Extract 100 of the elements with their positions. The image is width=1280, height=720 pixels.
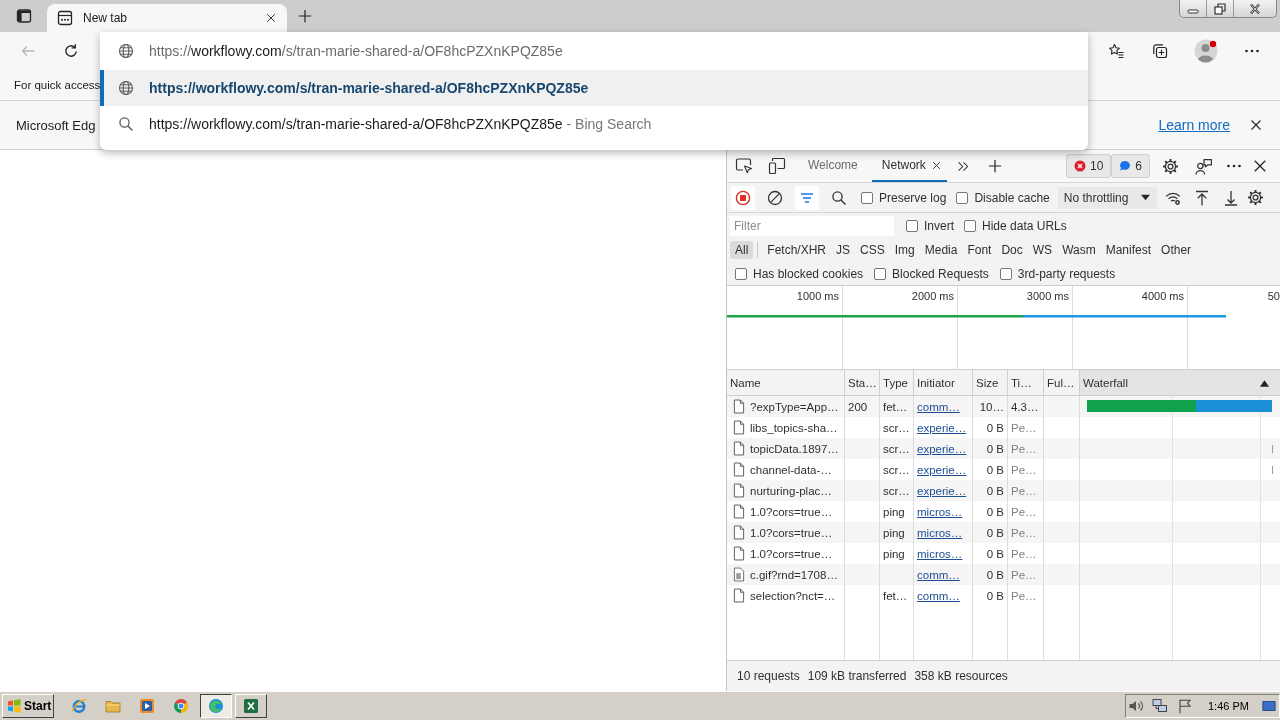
checkbox[interactable] [964, 219, 976, 232]
export-icon[interactable] [1223, 189, 1240, 206]
initiator-link[interactable]: experie… [917, 421, 967, 434]
type-filter[interactable]: Font [962, 241, 997, 259]
suggestion-item[interactable]: https://workflowy.com/s/tran-marie-shared-a/OF8hcPZXnKPQZ85e [100, 70, 1088, 106]
size-value: 0 B [986, 568, 1004, 581]
browser-icon[interactable] [173, 698, 189, 714]
close-icon[interactable] [1250, 119, 1262, 131]
filter-button[interactable] [795, 185, 819, 210]
request-row[interactable]: topicData.1897… scr… experie… 0 B Pe… [727, 438, 1280, 459]
learn-more-link[interactable]: Learn more [1158, 117, 1230, 133]
type-filter[interactable]: Wasm [1057, 241, 1101, 259]
checkbox-label: Blocked Requests [892, 266, 989, 281]
column-header[interactable]: Name [727, 370, 845, 396]
checkbox[interactable] [735, 267, 747, 280]
file-name: 1.0?cors=true… [750, 505, 833, 518]
collections-icon[interactable] [1152, 43, 1168, 59]
import-icon[interactable] [1194, 189, 1211, 206]
address-field[interactable]: https://workflowy.com/s/tran-marie-shared-a/OF8hcPZXnKPQZ85e [100, 32, 1088, 70]
resource-type: ping [883, 505, 905, 518]
initiator-link[interactable]: comm… [917, 589, 960, 602]
initiator-link[interactable]: experie… [917, 463, 967, 476]
favorites-icon[interactable] [1108, 43, 1124, 59]
size-value: 0 B [986, 589, 1004, 602]
clear-icon[interactable] [767, 189, 783, 206]
taskbar-button[interactable] [200, 694, 232, 718]
browser-tab[interactable]: New tab [47, 4, 287, 32]
type-filter[interactable]: Other [1156, 241, 1197, 259]
request-row[interactable]: ?expType=App… 200 fet… comm… 10… 4.3… [727, 396, 1280, 417]
checkbox[interactable] [874, 267, 887, 280]
type-filter[interactable]: CSS [855, 241, 890, 259]
column-header[interactable]: Type [880, 370, 914, 396]
column-header[interactable]: Ti… [1008, 370, 1044, 396]
close-icon[interactable] [931, 160, 941, 170]
record-button[interactable] [731, 185, 755, 210]
volume-icon[interactable] [1128, 698, 1144, 714]
type-filter[interactable]: Img [889, 241, 920, 259]
add-icon[interactable] [298, 9, 312, 23]
suggestion-item[interactable]: https://workflowy.com/s/tran-marie-shared-a/OF8hcPZXnKPQZ85e - Bing Search [100, 106, 1088, 142]
column-header[interactable]: Initiator [914, 370, 973, 396]
feedback-icon[interactable] [1195, 157, 1212, 175]
column-header[interactable]: Sta… [845, 370, 880, 396]
checkbox[interactable] [861, 191, 873, 204]
tick-label: 3000 ms [1026, 290, 1069, 302]
flag-icon[interactable] [1177, 698, 1193, 714]
browser-icon [208, 698, 224, 714]
refresh-icon[interactable] [63, 43, 79, 59]
type-filter[interactable]: Doc [996, 241, 1028, 259]
more-tabs-icon[interactable] [956, 159, 970, 173]
close-icon[interactable] [266, 13, 276, 23]
errors-badge[interactable]: 10 [1065, 154, 1112, 178]
resource-type: scr… [883, 484, 910, 497]
add-icon[interactable] [987, 159, 1002, 173]
type-filter[interactable]: All [730, 241, 754, 259]
throttling-select[interactable]: No throttling [1057, 186, 1158, 209]
restore-icon[interactable] [1212, 0, 1228, 17]
type-filter[interactable]: Media [919, 241, 963, 259]
type-filter[interactable]: Fetch/XHR [762, 241, 832, 259]
start-button[interactable]: Start [2, 694, 54, 718]
initiator-link[interactable]: experie… [917, 484, 967, 497]
document-icon [733, 483, 745, 498]
resource-type: scr… [883, 442, 910, 455]
type-filter[interactable]: JS [831, 241, 856, 259]
filter-field[interactable]: Filter [730, 215, 894, 236]
search-icon[interactable] [831, 189, 847, 206]
show-desktop-icon[interactable] [1262, 699, 1276, 713]
network-icon[interactable] [1152, 698, 1168, 714]
timing-marker [1272, 466, 1273, 474]
clock[interactable]: 1:46 PM [1208, 700, 1249, 712]
column-header[interactable]: Ful… [1044, 370, 1080, 396]
messages-badge[interactable]: 6 [1111, 154, 1150, 178]
media-player-icon[interactable] [139, 698, 155, 714]
checkbox[interactable] [956, 191, 969, 204]
request-row[interactable]: selection?nct=… fet… comm… 0 B Pe… [727, 585, 1280, 606]
device-icon[interactable] [768, 157, 786, 175]
avatar-icon[interactable] [1194, 39, 1218, 63]
record-icon [735, 189, 751, 206]
request-row[interactable]: nurturing-plac… scr… experie… 0 B Pe… [727, 480, 1280, 501]
browser-icon[interactable] [71, 698, 87, 714]
initiator-link[interactable]: experie… [917, 442, 967, 455]
type-filter[interactable]: WS [1027, 241, 1058, 259]
initiator-link[interactable]: micros… [917, 547, 963, 560]
column-header[interactable]: Size [973, 370, 1008, 396]
initiator-link[interactable]: comm… [917, 568, 960, 581]
image-file-icon [733, 567, 745, 582]
devtools-tab[interactable]: Welcome [798, 150, 868, 182]
type-filter[interactable]: Manifest [1100, 241, 1157, 259]
initiator-link[interactable]: micros… [917, 505, 963, 518]
sidebar-icon[interactable] [16, 8, 32, 24]
request-row[interactable]: 1.0?cors=true… ping micros… 0 B Pe… [727, 522, 1280, 543]
checkbox[interactable] [999, 267, 1012, 280]
inspect-icon[interactable] [735, 157, 753, 175]
checkbox[interactable] [906, 219, 918, 232]
request-row[interactable]: c.gif?rnd=1708… comm… 0 B Pe… [727, 564, 1280, 585]
initiator-link[interactable]: comm… [917, 400, 960, 413]
settings-icon[interactable] [1247, 189, 1265, 206]
close-icon[interactable] [1253, 159, 1267, 173]
settings-icon[interactable] [1162, 157, 1179, 175]
initiator-link[interactable]: micros… [917, 526, 963, 539]
column-header[interactable]: Waterfall [1080, 370, 1280, 396]
